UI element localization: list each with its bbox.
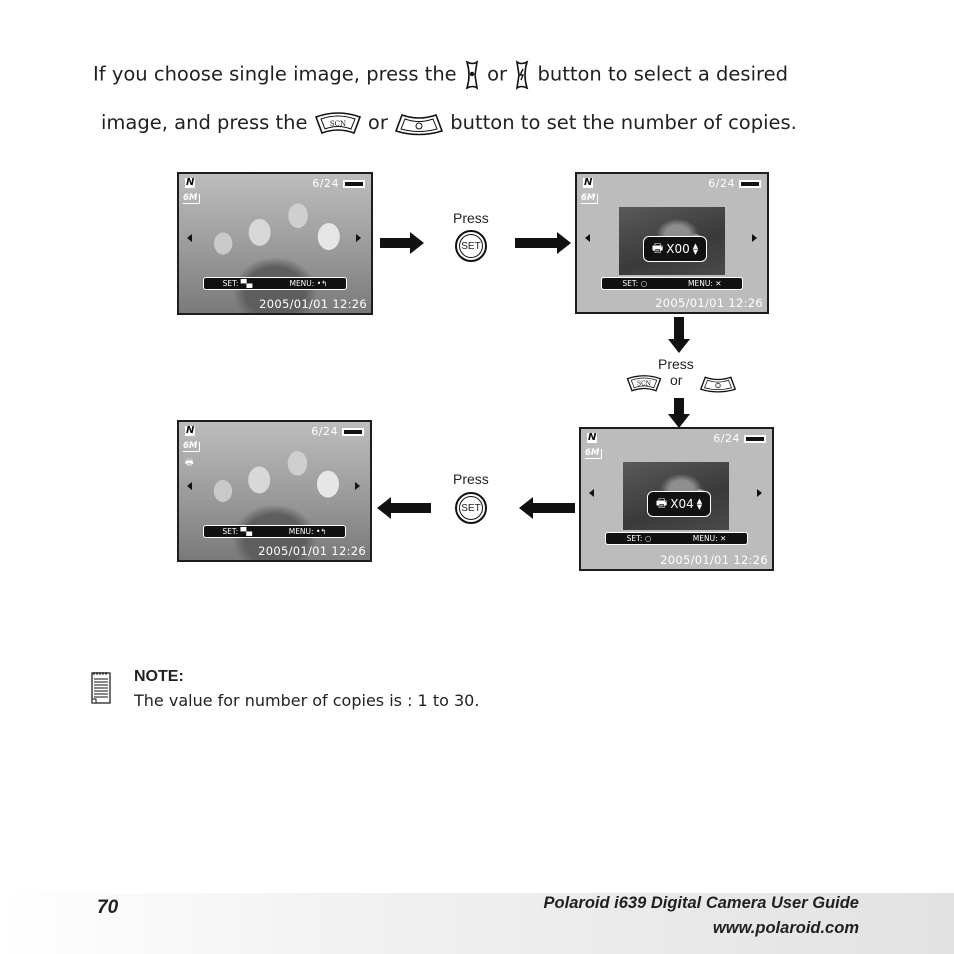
print-marked-icon: 🖶 bbox=[185, 458, 194, 468]
menu-hint: MENU: bbox=[289, 279, 315, 288]
set-button-icon: SET bbox=[455, 492, 487, 524]
date-time: 2005/01/01 12:26 bbox=[259, 297, 367, 311]
resolution-indicator: 6M bbox=[183, 194, 201, 204]
copies-value: X00 bbox=[666, 242, 690, 256]
arrow-right-icon bbox=[380, 232, 424, 254]
set-hint: SET: bbox=[622, 279, 639, 288]
intro-text: image, and press the bbox=[101, 111, 308, 134]
bottom-hint-bar: SET: ○ MENU: ✕ bbox=[601, 277, 743, 290]
menu-hint: MENU: bbox=[288, 527, 314, 536]
footer-title-block: Polaroid i639 Digital Camera User Guide … bbox=[544, 891, 859, 941]
bottom-hint-bar: SET: ○ MENU: ✕ bbox=[605, 532, 748, 545]
cancel-x-icon: ✕ bbox=[715, 279, 722, 288]
resolution-indicator: 6M bbox=[581, 194, 599, 204]
intro-text: button to set the number of copies. bbox=[450, 111, 797, 134]
cancel-x-icon: ✕ bbox=[720, 534, 727, 543]
copies-value: X04 bbox=[670, 497, 694, 511]
next-arrow-icon bbox=[757, 489, 762, 497]
image-counter: 6/24 bbox=[713, 432, 740, 445]
date-time: 2005/01/01 12:26 bbox=[655, 296, 763, 310]
arrow-left-icon bbox=[377, 497, 431, 519]
battery-icon bbox=[739, 180, 761, 188]
night-mode-icon: N bbox=[185, 425, 196, 436]
return-icon: •↰ bbox=[316, 279, 328, 288]
page-number: 70 bbox=[97, 897, 119, 918]
print-icon: 🖶 bbox=[651, 240, 664, 255]
press-label: Press bbox=[453, 471, 489, 487]
set-hint: SET: bbox=[222, 527, 239, 536]
print-icon: 🖶 bbox=[655, 495, 668, 510]
print-icon: ▀▄ bbox=[240, 279, 253, 288]
intro-text: button to select a desired bbox=[537, 62, 788, 86]
or-label: or bbox=[670, 372, 683, 388]
bottom-hint-bar: SET: ▀▄ MENU: •↰ bbox=[203, 277, 347, 290]
guide-title: Polaroid i639 Digital Camera User Guide bbox=[543, 894, 859, 912]
press-label: Press bbox=[453, 210, 489, 226]
scn-up-button-icon: SCN bbox=[314, 111, 361, 134]
up-down-icon: ▲ ▼ bbox=[692, 242, 699, 256]
notepad-icon bbox=[91, 672, 111, 704]
intro-or: or bbox=[367, 111, 388, 134]
intro-text: If you choose single image, press the bbox=[93, 62, 457, 86]
scn-up-button-icon: SCN bbox=[626, 375, 662, 392]
night-mode-icon: N bbox=[583, 177, 594, 188]
set-hint: SET: bbox=[626, 534, 643, 543]
previous-arrow-icon bbox=[187, 482, 192, 490]
macro-left-button-icon bbox=[465, 60, 478, 90]
image-counter: 6/24 bbox=[708, 177, 735, 190]
previous-arrow-icon bbox=[187, 234, 192, 242]
battery-icon bbox=[744, 435, 766, 443]
resolution-indicator: 6M bbox=[585, 449, 603, 459]
set-button-label: SET bbox=[459, 496, 483, 520]
up-down-icon: ▲ ▼ bbox=[696, 497, 703, 511]
camera-screen-photo: N 6M 6/24 SET: ▀▄ MENU: •↰ 2005/01/01 12… bbox=[177, 172, 373, 315]
arrow-right-icon bbox=[515, 232, 571, 254]
print-icon: ▀▄ bbox=[240, 527, 253, 536]
next-arrow-icon bbox=[752, 234, 757, 242]
self-timer-down-button-icon bbox=[699, 376, 737, 393]
self-timer-down-button-icon bbox=[395, 113, 444, 135]
set-button-icon: SET bbox=[455, 230, 487, 262]
confirm-circle-icon: ○ bbox=[644, 534, 652, 543]
confirm-circle-icon: ○ bbox=[640, 279, 648, 288]
camera-screen-photo-marked: N 6M 🖶 6/24 SET: ▀▄ MENU: •↰ 2005/01/01 … bbox=[177, 420, 372, 562]
resolution-indicator: 6M bbox=[183, 442, 201, 452]
date-time: 2005/01/01 12:26 bbox=[660, 553, 768, 567]
set-hint: SET: bbox=[222, 279, 239, 288]
svg-text:SCN: SCN bbox=[330, 120, 346, 128]
menu-hint: MENU: bbox=[692, 534, 718, 543]
arrow-down-icon bbox=[668, 398, 690, 428]
arrow-left-icon bbox=[519, 497, 575, 519]
night-mode-icon: N bbox=[587, 432, 598, 443]
svg-text:SCN: SCN bbox=[637, 381, 651, 388]
intro-line-1: If you choose single image, press the or… bbox=[93, 60, 788, 90]
press-label: Press bbox=[658, 356, 694, 372]
copies-selector: 🖶 X00 ▲ ▼ bbox=[643, 236, 707, 262]
bottom-hint-bar: SET: ▀▄ MENU: •↰ bbox=[203, 525, 346, 538]
image-counter: 6/24 bbox=[311, 425, 338, 438]
battery-icon bbox=[343, 180, 365, 188]
previous-arrow-icon bbox=[585, 234, 590, 242]
date-time: 2005/01/01 12:26 bbox=[258, 544, 366, 558]
website-link[interactable]: www.polaroid.com bbox=[544, 916, 859, 941]
image-counter: 6/24 bbox=[312, 177, 339, 190]
return-icon: •↰ bbox=[315, 527, 327, 536]
previous-arrow-icon bbox=[589, 489, 594, 497]
intro-line-2: image, and press the SCN or button to se… bbox=[101, 111, 797, 136]
menu-hint: MENU: bbox=[688, 279, 713, 288]
camera-screen-print-select: N 6M 6/24 🖶 X00 ▲ ▼ SET: ○ MENU: ✕ 2005/0… bbox=[575, 172, 769, 314]
next-arrow-icon bbox=[356, 234, 361, 242]
night-mode-icon: N bbox=[185, 177, 196, 188]
arrow-down-icon bbox=[668, 317, 690, 353]
note-text: The value for number of copies is : 1 to… bbox=[134, 691, 480, 710]
next-arrow-icon bbox=[355, 482, 360, 490]
camera-screen-print-select: N 6M 6/24 🖶 X04 ▲ ▼ SET: ○ MENU: ✕ 2005/0… bbox=[579, 427, 774, 571]
set-button-label: SET bbox=[459, 234, 483, 258]
note-title: NOTE: bbox=[134, 668, 184, 685]
battery-icon bbox=[342, 428, 364, 436]
copies-selector: 🖶 X04 ▲ ▼ bbox=[647, 491, 711, 517]
flash-right-button-icon bbox=[516, 60, 529, 90]
intro-or: or bbox=[487, 62, 508, 86]
